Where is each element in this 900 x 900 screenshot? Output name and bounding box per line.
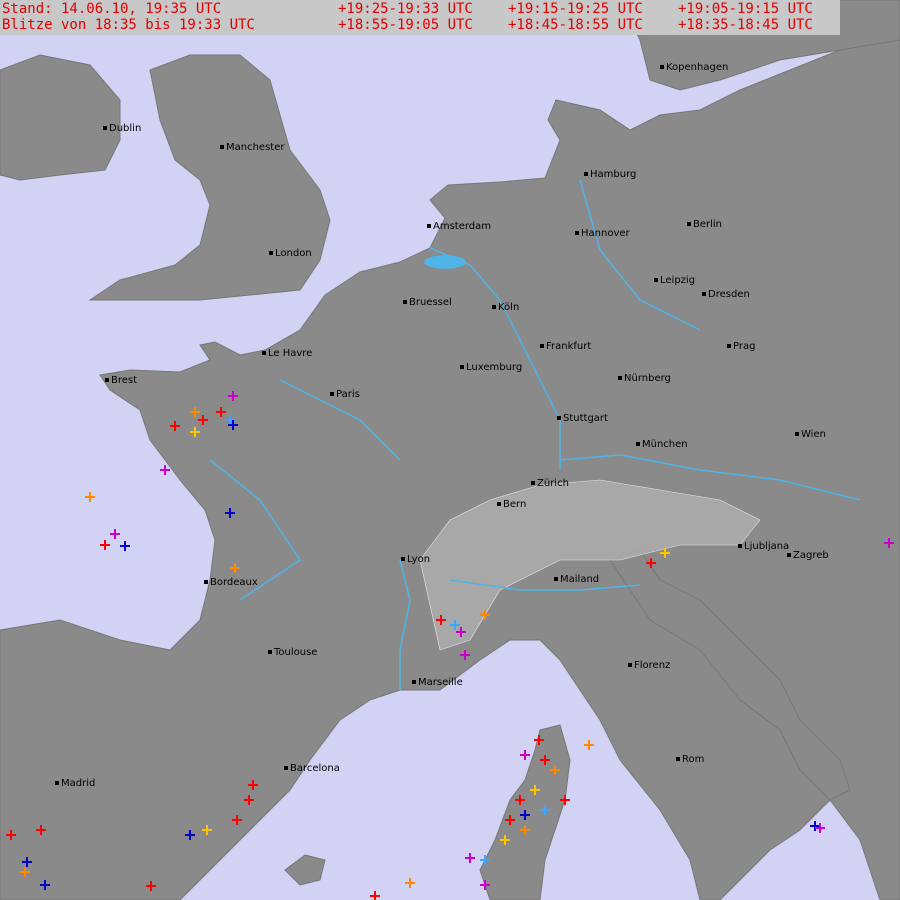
city-muenchen: München <box>636 439 688 450</box>
legend-panel: Stand: 14.06.10, 19:35 UTC Blitze von 18… <box>0 0 840 35</box>
city-leipzig: Leipzig <box>654 275 695 286</box>
city-nuernberg: Nürnberg <box>618 373 671 384</box>
legend-item-1845: +18:45-18:55 UTC <box>508 17 643 33</box>
map-canvas <box>0 0 900 900</box>
city-prag: Prag <box>727 341 755 352</box>
city-hamburg: Hamburg <box>584 169 636 180</box>
city-dresden: Dresden <box>702 289 750 300</box>
city-toulouse: Toulouse <box>268 647 317 658</box>
city-brest: Brest <box>105 375 137 386</box>
city-paris: Paris <box>330 389 360 400</box>
city-mailand: Mailand <box>554 574 599 585</box>
city-ljubljana: Ljubljana <box>738 541 789 552</box>
city-koeln: Köln <box>492 302 519 313</box>
city-amsterdam: Amsterdam <box>427 221 491 232</box>
city-bern: Bern <box>497 499 526 510</box>
legend-item-1855: +18:55-19:05 UTC <box>338 17 473 33</box>
legend-item-1835: +18:35-18:45 UTC <box>678 17 813 33</box>
city-barcelona: Barcelona <box>284 763 340 774</box>
city-hannover: Hannover <box>575 228 630 239</box>
legend-item-1915: +19:15-19:25 UTC <box>508 1 643 17</box>
city-florenz: Florenz <box>628 660 670 671</box>
city-zagreb: Zagreb <box>787 550 829 561</box>
city-le-havre: Le Havre <box>262 348 312 359</box>
city-luxemburg: Luxemburg <box>460 362 522 373</box>
range-text: Blitze von 18:35 bis 19:33 UTC <box>2 17 255 33</box>
city-zuerich: Zürich <box>531 478 569 489</box>
city-kopenhagen: Kopenhagen <box>660 62 728 73</box>
city-madrid: Madrid <box>55 778 95 789</box>
city-dublin: Dublin <box>103 123 141 134</box>
city-wien: Wien <box>795 429 826 440</box>
legend-item-1925: +19:25-19:33 UTC <box>338 1 473 17</box>
city-rom: Rom <box>676 754 704 765</box>
city-london: London <box>269 248 312 259</box>
stand-text: Stand: 14.06.10, 19:35 UTC <box>2 1 222 17</box>
city-bruessel: Bruessel <box>403 297 452 308</box>
city-lyon: Lyon <box>401 554 430 565</box>
city-marseille: Marseille <box>412 677 463 688</box>
legend-item-1905: +19:05-19:15 UTC <box>678 1 813 17</box>
city-berlin: Berlin <box>687 219 722 230</box>
city-bordeaux: Bordeaux <box>204 577 258 588</box>
city-frankfurt: Frankfurt <box>540 341 591 352</box>
city-manchester: Manchester <box>220 142 284 153</box>
city-stuttgart: Stuttgart <box>557 413 608 424</box>
